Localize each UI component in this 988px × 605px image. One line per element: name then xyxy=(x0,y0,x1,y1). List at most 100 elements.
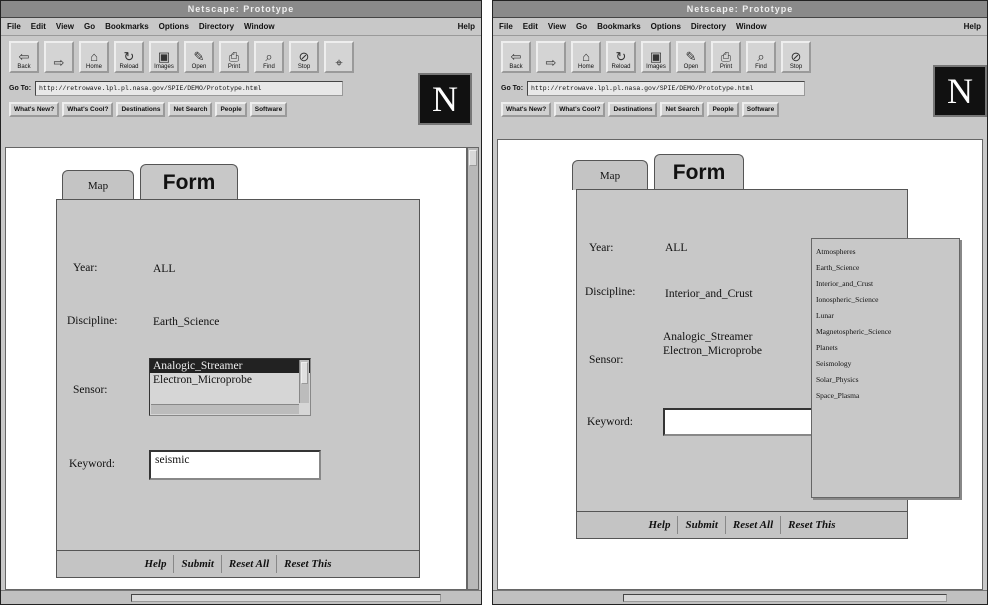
menu-file[interactable]: File xyxy=(7,22,21,31)
tab-form[interactable]: Form xyxy=(654,154,744,190)
discipline-dropdown[interactable]: Atmospheres Earth_Science Interior_and_C… xyxy=(811,238,960,498)
dropdown-option[interactable]: Magnetospheric_Science xyxy=(812,323,959,339)
menu-options[interactable]: Options xyxy=(159,22,189,31)
open-button[interactable]: ✎ Open xyxy=(184,41,214,73)
reset-all-button[interactable]: Reset All xyxy=(726,516,782,534)
print-button[interactable]: ⎙ Print xyxy=(711,41,741,73)
menu-bookmarks[interactable]: Bookmarks xyxy=(597,22,641,31)
horizontal-scrollbar[interactable] xyxy=(623,594,947,602)
discipline-label: Discipline: xyxy=(585,286,636,298)
home-button[interactable]: ⌂ Home xyxy=(571,41,601,73)
people-button[interactable]: People xyxy=(215,101,247,117)
sensor-option[interactable]: Electron_Microprobe xyxy=(150,373,310,387)
reset-all-button[interactable]: Reset All xyxy=(222,555,278,573)
sensor-option-selected[interactable]: Analogic_Streamer xyxy=(150,359,310,373)
submit-button[interactable]: Submit xyxy=(174,555,222,573)
keyword-label: Keyword: xyxy=(587,416,633,428)
sensor-option[interactable]: Analogic_Streamer xyxy=(663,330,762,344)
location-input[interactable]: http://retrowave.lpl.pl.nasa.gov/SPIE/DE… xyxy=(527,80,806,96)
reload-icon: ↻ xyxy=(615,49,627,64)
whats-cool-button[interactable]: What's Cool? xyxy=(554,101,606,117)
dropdown-option[interactable]: Lunar xyxy=(812,307,959,323)
discipline-value[interactable]: Interior_and_Crust xyxy=(665,288,753,300)
find-button[interactable]: ⌕ Find xyxy=(746,41,776,73)
whats-new-button[interactable]: What's New? xyxy=(501,101,552,117)
location-label: Go To: xyxy=(501,84,524,92)
vertical-scrollbar[interactable] xyxy=(467,147,479,590)
sensor-listbox[interactable]: Analogic_Streamer Electron_Microprobe xyxy=(149,358,311,416)
reload-button[interactable]: ↻ Reload xyxy=(606,41,636,73)
menu-edit[interactable]: Edit xyxy=(31,22,46,31)
forward-button[interactable]: ⇨ xyxy=(44,41,74,73)
whats-cool-button[interactable]: What's Cool? xyxy=(62,101,114,117)
keyword-input[interactable]: seismic xyxy=(149,450,321,480)
menu-edit[interactable]: Edit xyxy=(523,22,538,31)
dropdown-option[interactable]: Solar_Physics xyxy=(812,371,959,387)
images-button[interactable]: ▣ Images xyxy=(641,41,671,73)
dropdown-option[interactable]: Earth_Science xyxy=(812,259,959,275)
net-search-button[interactable]: Net Search xyxy=(168,101,213,117)
menu-go[interactable]: Go xyxy=(576,22,587,31)
search-button[interactable]: ⌖ xyxy=(324,41,354,73)
software-button[interactable]: Software xyxy=(741,101,780,117)
images-button[interactable]: ▣ Images xyxy=(149,41,179,73)
reload-button[interactable]: ↻ Reload xyxy=(114,41,144,73)
stop-button[interactable]: ⊘ Stop xyxy=(289,41,319,73)
people-button[interactable]: People xyxy=(707,101,739,117)
tab-map[interactable]: Map xyxy=(62,170,134,200)
dropdown-option[interactable]: Space_Plasma xyxy=(812,387,959,403)
forward-button[interactable]: ⇨ xyxy=(536,41,566,73)
menu-go[interactable]: Go xyxy=(84,22,95,31)
menu-view[interactable]: View xyxy=(56,22,74,31)
back-button[interactable]: ⇦ Back xyxy=(9,41,39,73)
submit-button[interactable]: Submit xyxy=(678,516,726,534)
destinations-button[interactable]: Destinations xyxy=(116,101,166,117)
menu-file[interactable]: File xyxy=(499,22,513,31)
menu-help[interactable]: Help xyxy=(964,22,981,31)
year-value[interactable]: ALL xyxy=(665,242,687,254)
find-icon: ⌕ xyxy=(757,49,765,64)
horizontal-scrollbar[interactable] xyxy=(131,594,441,602)
reset-this-button[interactable]: Reset This xyxy=(781,516,842,534)
help-button[interactable]: Help xyxy=(137,555,175,573)
location-input[interactable]: http://retrowave.lpl.pl.nasa.gov/SPIE/DE… xyxy=(35,80,344,96)
destinations-button[interactable]: Destinations xyxy=(608,101,658,117)
stop-button[interactable]: ⊘ Stop xyxy=(781,41,811,73)
sensor-option[interactable]: Electron_Microprobe xyxy=(663,344,762,358)
help-button[interactable]: Help xyxy=(641,516,679,534)
year-value[interactable]: ALL xyxy=(153,263,175,275)
dropdown-option[interactable]: Planets xyxy=(812,339,959,355)
menu-view[interactable]: View xyxy=(548,22,566,31)
discipline-value[interactable]: Earth_Science xyxy=(153,316,219,328)
listbox-scrollbar[interactable] xyxy=(299,360,309,403)
net-search-button[interactable]: Net Search xyxy=(660,101,705,117)
tab-form[interactable]: Form xyxy=(140,164,238,200)
dropdown-option[interactable]: Ionospheric_Science xyxy=(812,291,959,307)
window-title: Netscape: Prototype xyxy=(1,1,481,18)
whats-new-button[interactable]: What's New? xyxy=(9,101,60,117)
dropdown-option[interactable]: Atmospheres xyxy=(812,243,959,259)
menu-bookmarks[interactable]: Bookmarks xyxy=(105,22,149,31)
toolbar: ⇦ Back ⇨ ⌂ Home ↻ Reload ▣ Images ✎ Open ⎙ Pri… xyxy=(493,36,987,78)
dropdown-option[interactable]: Seismology xyxy=(812,355,959,371)
menu-options[interactable]: Options xyxy=(651,22,681,31)
menu-directory[interactable]: Directory xyxy=(691,22,726,31)
back-button[interactable]: ⇦ Back xyxy=(501,41,531,73)
find-button[interactable]: ⌕ Find xyxy=(254,41,284,73)
listbox-hscrollbar[interactable] xyxy=(151,404,299,414)
home-icon: ⌂ xyxy=(90,49,98,64)
sensor-label: Sensor: xyxy=(589,354,624,366)
dropdown-option[interactable]: Interior_and_Crust xyxy=(812,275,959,291)
reset-this-button[interactable]: Reset This xyxy=(277,555,338,573)
tab-map[interactable]: Map xyxy=(572,160,648,190)
keyword-input[interactable] xyxy=(663,408,813,436)
menu-directory[interactable]: Directory xyxy=(199,22,234,31)
menu-window[interactable]: Window xyxy=(244,22,275,31)
menu-window[interactable]: Window xyxy=(736,22,767,31)
menu-help[interactable]: Help xyxy=(458,22,475,31)
print-button[interactable]: ⎙ Print xyxy=(219,41,249,73)
sensor-listbox[interactable]: Analogic_Streamer Electron_Microprobe xyxy=(663,330,762,358)
open-button[interactable]: ✎ Open xyxy=(676,41,706,73)
home-button[interactable]: ⌂ Home xyxy=(79,41,109,73)
software-button[interactable]: Software xyxy=(249,101,288,117)
